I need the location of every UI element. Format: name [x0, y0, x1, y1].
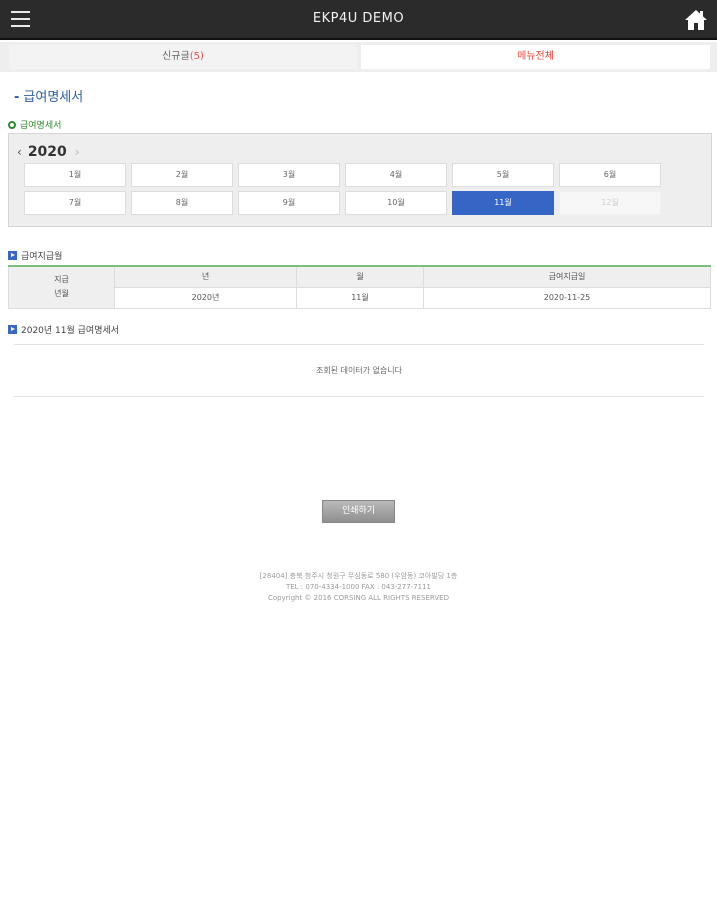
month-button-8[interactable]: 8월	[131, 191, 233, 215]
tab-new-posts-label: 신규글	[162, 51, 190, 62]
month-button-7[interactable]: 7월	[24, 191, 126, 215]
home-icon[interactable]	[684, 8, 708, 32]
payment-month-heading-text: 급여지급월	[21, 252, 63, 262]
cell-pay-date: 2020-11-25	[423, 286, 711, 309]
month-button-9[interactable]: 9월	[238, 191, 340, 215]
month-button-6[interactable]: 6월	[559, 163, 661, 187]
year-label: 2020	[27, 144, 67, 160]
row-header-line2: 년월	[54, 289, 69, 299]
arrow-square-icon	[8, 251, 17, 260]
circle-bullet-icon	[8, 120, 16, 129]
month-button-10[interactable]: 10월	[345, 191, 447, 215]
month-button-1[interactable]: 1월	[24, 163, 126, 187]
column-header-year: 년	[114, 265, 297, 288]
statement-heading-text: 2020년 11월 급여명세서	[21, 326, 120, 336]
month-button-3[interactable]: 3월	[238, 163, 340, 187]
month-grid: 1월 2월 3월 4월 5월 6월 7월 8월 9월 10월 11월 12월	[24, 163, 661, 215]
statement-heading: 2020년 11월 급여명세서	[8, 323, 119, 336]
empty-message: 조회된 데이터가 없습니다	[14, 344, 704, 397]
row-header: 지급 년월	[8, 265, 115, 309]
cell-year: 2020년	[114, 286, 297, 309]
top-bar: EKP4U DEMO	[0, 0, 717, 40]
new-posts-count: (5)	[189, 51, 204, 62]
month-button-12: 12월	[559, 191, 661, 215]
title-dash: -	[14, 90, 20, 105]
column-header-month: 월	[296, 265, 424, 288]
month-button-11[interactable]: 11월	[452, 191, 554, 215]
table-row: 2020년 11월 2020-11-25	[9, 286, 711, 309]
cell-month: 11월	[296, 286, 424, 309]
tab-bar: 신규글(5) 메뉴전체	[0, 42, 717, 72]
footer-copyright: Copyright © 2016 CORSING ALL RIGHTS RESE…	[268, 594, 449, 602]
tab-all-menu[interactable]: 메뉴전체	[361, 45, 710, 69]
arrow-square-icon	[8, 325, 17, 334]
next-year-icon[interactable]: ›	[75, 145, 80, 159]
month-selector: ‹ 2020 › 1월 2월 3월 4월 5월 6월 7월 8월 9월 10월 …	[8, 133, 712, 227]
payment-table: 지급 년월 년 월 급여지급일 2020년 11월 2020-11-25	[8, 265, 711, 309]
footer-address: [28404] 충북 청주시 청원구 무심동로 580 (우암동) 코아빌딩 1…	[259, 572, 458, 580]
column-header-pay-date: 급여지급일	[423, 265, 711, 288]
month-button-4[interactable]: 4월	[345, 163, 447, 187]
table-header-row: 지급 년월 년 월 급여지급일	[8, 265, 711, 309]
calendar-heading: 급여명세서	[8, 118, 61, 131]
payment-month-heading: 급여지급월	[8, 249, 62, 262]
month-button-5[interactable]: 5월	[452, 163, 554, 187]
year-row: ‹ 2020 ›	[17, 144, 80, 160]
prev-year-icon[interactable]: ‹	[17, 145, 22, 159]
page-title-text: 급여명세서	[23, 90, 84, 105]
calendar-heading-text: 급여명세서	[20, 121, 62, 131]
row-header-line1: 지급	[54, 275, 69, 285]
app-title: EKP4U DEMO	[312, 11, 405, 26]
print-button[interactable]: 인쇄하기	[322, 500, 395, 523]
footer-contact: TEL : 070-4334-1000 FAX : 043-277-7111	[285, 583, 432, 591]
tab-new-posts[interactable]: 신규글(5)	[9, 45, 357, 69]
month-button-2[interactable]: 2월	[131, 163, 233, 187]
page-title: - 급여명세서	[14, 86, 83, 105]
